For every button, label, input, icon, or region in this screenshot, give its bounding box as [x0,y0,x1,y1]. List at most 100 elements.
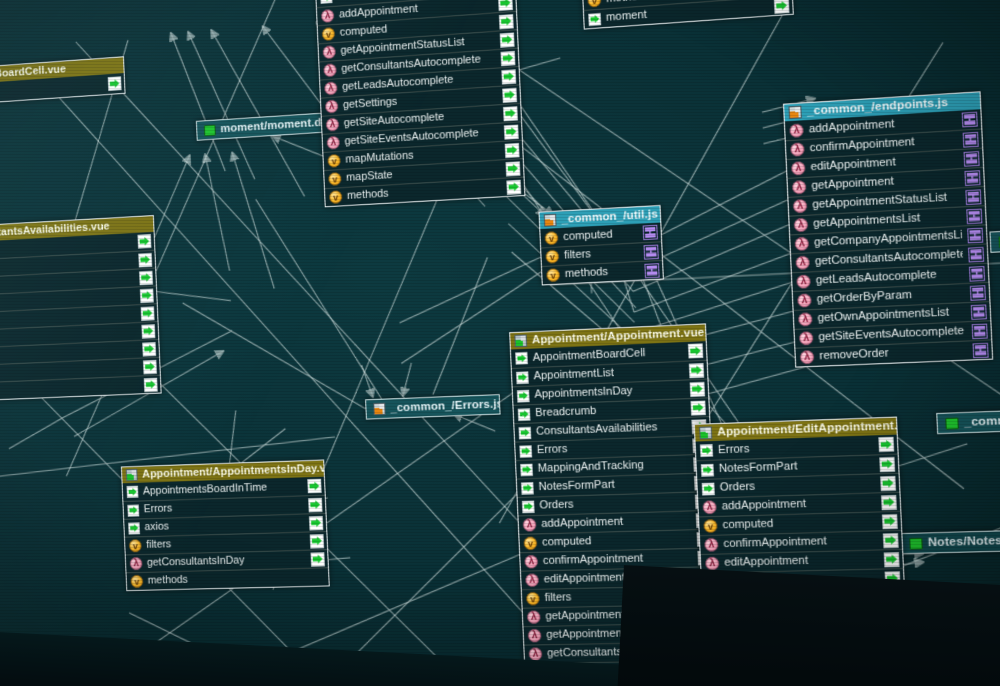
node-header[interactable]: _common_/MappingA [937,409,1000,433]
export-marker-icon [498,0,513,11]
export-marker-icon [504,124,519,139]
vue-file-icon [126,469,138,481]
node-title: _common_/Errors.js [390,398,499,415]
method-icon [702,500,716,514]
node-header[interactable]: _common_/Errors.js [366,395,499,418]
export-marker-icon [307,479,321,494]
import-member-icon [515,352,528,365]
usage-marker-icon [964,170,980,186]
import-member-icon [518,408,531,421]
method-icon [704,538,718,552]
export-marker-icon [144,377,158,391]
export-marker-icon [884,552,900,567]
method-icon [527,610,541,624]
method-icon [528,629,542,643]
js-file-icon [544,214,557,227]
usage-marker-icon [644,263,659,278]
export-marker-icon [502,87,517,102]
node-admin[interactable]: Admi [989,228,1000,253]
computed-property-icon [587,0,601,8]
node-header[interactable]: Notes/NotesFormPart.vue [901,529,1000,553]
export-marker-icon [691,400,706,415]
member-row[interactable]: methods [126,567,328,590]
member-label: computed [563,225,638,244]
member-label [0,84,103,98]
method-icon [800,350,815,364]
usage-marker-icon [962,112,978,128]
monitor-bezel-corner [617,565,1000,686]
export-marker-icon [499,14,514,29]
library-icon [204,124,216,136]
usage-marker-icon [968,246,984,262]
export-marker-icon [139,270,153,285]
method-icon [325,100,338,114]
export-marker-icon [879,456,895,471]
import-member-icon [519,445,532,458]
node-common-mapping[interactable]: _common_/MappingA [936,408,1000,434]
member-list: computed filters methods [540,223,663,285]
method-icon [799,331,814,345]
computed-property-icon [523,536,537,550]
export-marker-icon [878,437,894,452]
export-marker-icon [501,50,516,65]
usage-marker-icon [963,131,979,147]
export-marker-icon [774,0,790,13]
import-member-icon [521,482,534,495]
member-label: methods [565,263,640,282]
node-appointments-in-day[interactable]: Appointment/AppointmentsInDay.vue Appoin… [121,459,330,591]
node-add-appointment[interactable]: Appointment/AddAppointment.vue Errors ad… [314,0,525,207]
export-marker-icon [689,363,704,378]
export-marker-icon [142,342,156,356]
method-icon [524,555,538,569]
member-label: removeOrder [819,343,968,365]
usage-marker-icon [971,304,987,320]
node-common-endpoints[interactable]: _common_/endpoints.js addAppointment con… [783,91,993,368]
method-icon [795,256,810,270]
method-icon [130,557,143,570]
node-common-util[interactable]: _common_/util.js computed filters method… [538,205,663,286]
library-icon [909,537,923,549]
export-marker-icon [690,381,705,396]
method-icon [323,63,336,77]
node-header[interactable]: Admi [991,229,1000,252]
usage-marker-icon [964,150,980,166]
member-list: Availability ConsultantBoardCell Errors … [0,232,161,404]
export-marker-icon [880,475,896,490]
node-title: Notes/NotesFormPart.vue [928,532,1000,549]
import-member-icon [701,463,714,476]
export-marker-icon [141,324,155,338]
library-icon [945,417,959,429]
member-label: methods [148,569,326,588]
node-title: _common_/MappingA [964,411,1000,429]
computed-property-icon [322,27,335,41]
node-consultants-availabilities[interactable]: Appointment/ConsultantsAvailabilities.vu… [0,215,162,405]
export-marker-icon [883,533,899,548]
method-icon [321,9,334,23]
usage-marker-icon [970,285,986,301]
method-icon [789,123,804,137]
method-icon [795,237,810,251]
import-member-icon [320,0,332,4]
node-notes-form-part[interactable]: Notes/NotesFormPart.vue [900,528,1000,554]
computed-property-icon [129,539,142,552]
method-icon [794,218,809,232]
import-member-icon [520,463,533,476]
member-list: AppointmentsBoardInTime Errors axios fil… [123,477,329,590]
import-member-icon [517,389,530,402]
export-marker-icon [501,69,516,84]
computed-property-icon [130,575,143,588]
computed-property-icon [545,250,559,264]
export-marker-icon [506,179,521,194]
export-marker-icon [688,343,703,358]
method-icon [793,199,808,213]
usage-marker-icon [967,227,983,243]
export-marker-icon [505,142,520,157]
monitor-screen: getConsultantsInDay getSettings ent/Cons… [0,0,1000,686]
export-marker-icon [882,514,898,529]
method-icon [525,573,539,587]
export-marker-icon [137,234,151,249]
import-member-icon [518,426,531,439]
computed-property-icon [329,190,342,204]
method-icon [327,136,340,150]
export-marker-icon [140,288,154,303]
